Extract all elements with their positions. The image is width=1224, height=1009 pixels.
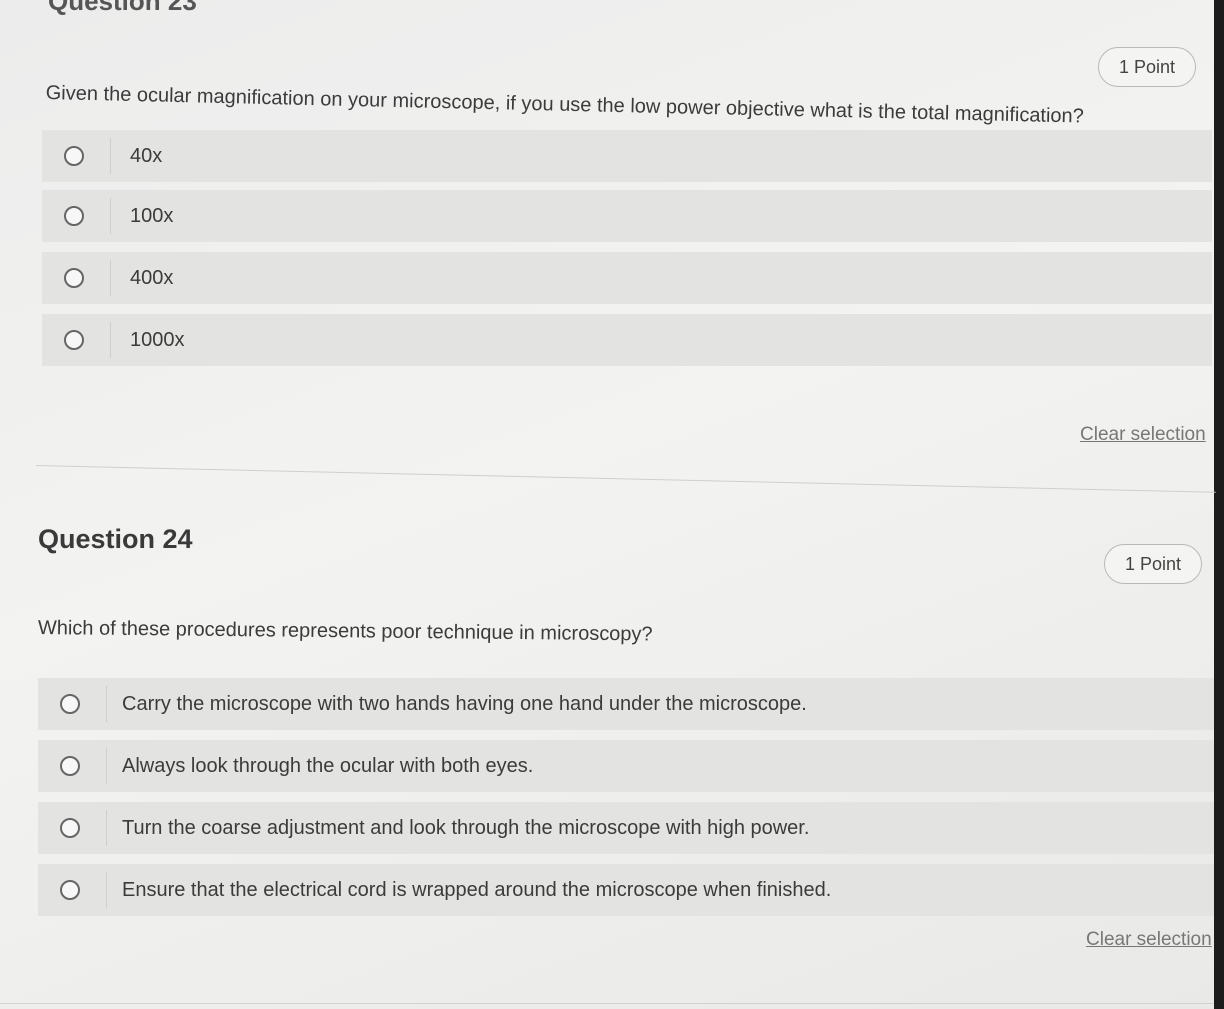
q24-clear-selection-link[interactable]: Clear selection [1086,929,1212,951]
option-divider [110,138,111,174]
question-24-prompt: Which of these procedures represents poo… [37,617,653,646]
option-divider [106,810,107,846]
q24-option-coarse[interactable]: Turn the coarse adjustment and look thro… [38,802,1214,854]
option-label: 1000x [130,328,185,351]
option-divider [106,748,107,784]
option-label: 40x [130,144,163,167]
radio-button[interactable] [64,268,84,288]
screen-edge [1214,0,1224,1009]
radio-button[interactable] [60,694,80,714]
radio-button[interactable] [60,756,80,776]
radio-button[interactable] [64,206,84,226]
radio-button[interactable] [64,330,84,350]
radio-button[interactable] [64,146,84,166]
q23-option-40x[interactable]: 40x [42,130,1212,182]
q24-option-carry[interactable]: Carry the microscope with two hands havi… [38,678,1214,730]
section-divider [35,465,1216,493]
q23-option-100x[interactable]: 100x [42,190,1212,242]
option-label: Turn the coarse adjustment and look thro… [122,816,810,839]
section-divider [0,1003,1214,1004]
question-23-title: Question 23 [48,0,197,16]
question-24-title: Question 24 [38,524,193,554]
option-divider [110,260,111,296]
question-24-points-badge: 1 Point [1104,544,1203,584]
question-23-points-badge: 1 Point [1098,47,1197,87]
option-divider [110,322,111,358]
question-23-prompt: Given the ocular magnification on your m… [45,82,1085,128]
option-label: 400x [130,266,174,289]
q23-option-400x[interactable]: 400x [42,252,1212,304]
radio-button[interactable] [60,880,80,900]
q23-clear-selection-link[interactable]: Clear selection [1080,424,1206,446]
q24-option-cord[interactable]: Ensure that the electrical cord is wrapp… [38,864,1214,916]
q23-option-1000x[interactable]: 1000x [42,314,1212,366]
option-divider [106,872,107,908]
option-label: 100x [130,204,174,227]
option-divider [110,198,111,234]
option-divider [106,686,107,722]
option-label: Carry the microscope with two hands havi… [122,692,807,715]
option-label: Ensure that the electrical cord is wrapp… [122,878,832,901]
radio-button[interactable] [60,818,80,838]
q24-option-look[interactable]: Always look through the ocular with both… [38,740,1214,792]
option-label: Always look through the ocular with both… [122,754,534,777]
